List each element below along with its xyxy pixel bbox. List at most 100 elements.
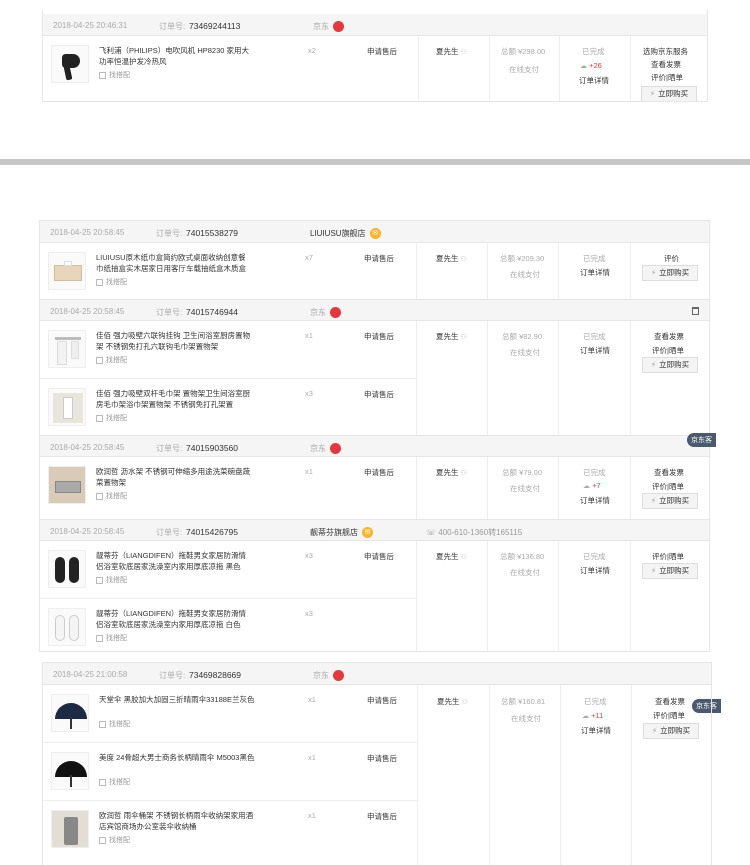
product-name[interactable]: 天堂伞 黑胶加大加固三折晴雨伞33188E兰灰色 (99, 694, 255, 716)
match-link[interactable]: 找搭配 (96, 633, 127, 643)
match-link[interactable]: 找搭配 (99, 70, 130, 80)
product-image[interactable] (48, 330, 86, 368)
aftersale-link[interactable]: 申请售后 (364, 551, 394, 562)
order-detail-link[interactable]: 订单详情 (579, 75, 609, 86)
recipient[interactable]: 夏先生 ⚇ (437, 696, 468, 707)
product-image[interactable] (48, 252, 86, 290)
order-number[interactable]: 73469828669 (189, 670, 241, 680)
match-link[interactable]: 找搭配 (96, 491, 127, 501)
match-link[interactable]: 找搭配 (96, 575, 127, 585)
aftersale-link[interactable]: 申请售后 (367, 695, 397, 706)
recipient[interactable]: 夏先生 ⚇ (436, 467, 467, 478)
buy-again-button[interactable]: ⚡ 立即购买 (642, 357, 698, 373)
likes[interactable]: ☁ +7 (583, 481, 601, 490)
order-number[interactable]: 74015538279 (186, 228, 238, 238)
action-review[interactable]: 评价 (664, 253, 679, 264)
order-datetime: 2018-04-25 20:46:31 (53, 21, 128, 30)
chat-icon[interactable]: ✉ (362, 527, 373, 539)
recipient[interactable]: 夏先生 ⚇ (436, 331, 467, 342)
buy-again-button[interactable]: ⚡ 立即购买 (642, 563, 698, 579)
shop-name[interactable]: 京东 ✉ (313, 21, 344, 33)
chat-icon[interactable]: ✉ (330, 443, 341, 455)
order-header: 2018-04-25 20:58:45 订单号: 74015538279 LIU… (40, 221, 709, 243)
order-detail-link[interactable]: 订单详情 (580, 565, 610, 576)
match-label: 找搭配 (106, 493, 127, 500)
recipient[interactable]: 夏先生 ⚇ (436, 551, 467, 562)
match-link[interactable]: 找搭配 (96, 277, 127, 287)
aftersale-link[interactable]: 申请售后 (364, 467, 394, 478)
action-review[interactable]: 评价|晒单 (652, 481, 684, 492)
product-image[interactable] (48, 550, 86, 588)
match-label: 找搭配 (109, 72, 130, 79)
match-link[interactable]: 找搭配 (96, 355, 127, 365)
shop-name[interactable]: 京东 ✉ (310, 307, 341, 319)
order-number[interactable]: 74015426795 (186, 527, 238, 537)
product-name[interactable]: 靓蒂芬（LIANGDIFEN）拖鞋男女家居防滑情侣浴室软底居家洗澡室内家用厚底凉… (96, 608, 252, 630)
order-detail-link[interactable]: 订单详情 (580, 267, 610, 278)
chat-icon[interactable]: ✉ (333, 21, 344, 33)
thumb-up-icon: ☁ (580, 63, 587, 70)
chat-icon[interactable]: ✉ (369, 228, 381, 240)
aftersale-link[interactable]: 申请售后 (364, 331, 394, 342)
product-name[interactable]: 美度 24骨超大男士商务长柄晴雨伞 M5003黑色 (99, 752, 255, 774)
match-link[interactable]: 找搭配 (99, 835, 130, 845)
product-name[interactable]: 佳佰 强力吸壁双杆毛巾架 置物架卫生间浴室厨房毛巾架浴巾架置物架 不锈钢免打孔架… (96, 388, 252, 410)
chat-icon[interactable]: ✉ (333, 670, 344, 682)
product-image[interactable] (48, 608, 86, 646)
match-link[interactable]: 找搭配 (96, 413, 127, 423)
product-name[interactable]: 欧润哲 沥水架 不锈钢可伸缩多用途洗菜碗盘蔬菜置物架 (96, 466, 252, 488)
product-name[interactable]: 靓蒂芬（LIANGDIFEN）拖鞋男女家居防滑情侣浴室软底居家洗澡室内家用厚底凉… (96, 550, 252, 572)
product-name[interactable]: LIUIUSU原木纸巾盒简约欧式桌面收纳创意餐巾纸抽盒实木居家日用客厅车载抽纸盒… (96, 252, 252, 274)
likes[interactable]: ☁ +26 (580, 61, 602, 70)
buy-again-button[interactable]: ⚡ 立即购买 (643, 723, 699, 739)
aftersale-link[interactable]: 申请售后 (367, 811, 397, 822)
shop-name[interactable]: 靓蒂芬旗舰店 ✉ (310, 527, 373, 539)
product-name[interactable]: 佳佰 强力吸壁六联钩挂钩 卫生间浴室厨房置物架 不锈钢免打孔六联钩毛巾架置物架 (96, 330, 252, 352)
aftersale-link[interactable]: 申请售后 (367, 753, 397, 764)
product-image[interactable] (48, 388, 86, 426)
shop-phone[interactable]: ☏ 400-610-1360转165115 (426, 527, 522, 538)
product-name[interactable]: 欧润哲 雨伞桶架 不锈钢长柄雨伞收纳架家用酒店宾馆商场办公室装伞收纳桶 (99, 810, 255, 832)
delete-icon[interactable] (692, 307, 699, 315)
action-invoice[interactable]: 查看发票 (655, 696, 685, 707)
aftersale-link[interactable]: 申请售后 (364, 389, 394, 400)
action-review[interactable]: 评价|晒单 (653, 710, 685, 721)
order-header: 2018-04-25 20:46:31 订单号: 73469244113 京东 ✉ (43, 14, 707, 36)
buy-again-button[interactable]: ⚡ 立即购买 (642, 265, 698, 281)
order-status: 已完成 (582, 47, 605, 56)
likes[interactable]: ☁ +11 (582, 711, 603, 720)
shop-name[interactable]: 京东 ✉ (310, 443, 341, 455)
match-link[interactable]: 找搭配 (99, 777, 130, 787)
jd-helper-badge[interactable]: 京东客 (687, 433, 716, 447)
buy-again-button[interactable]: ⚡ 立即购买 (642, 493, 698, 509)
shop-name[interactable]: 京东 ✉ (313, 670, 344, 682)
order-number[interactable]: 74015746944 (186, 307, 238, 317)
shop-name[interactable]: LIUIUSU旗舰店 ✉ (310, 228, 381, 240)
product-image[interactable] (48, 466, 86, 504)
order-number[interactable]: 74015903560 (186, 443, 238, 453)
chat-icon[interactable]: ✉ (330, 307, 341, 319)
product-image[interactable] (51, 45, 89, 83)
product-image[interactable] (51, 694, 89, 732)
action-service[interactable]: 选购京东服务 (643, 46, 688, 57)
order-detail-link[interactable]: 订单详情 (580, 345, 610, 356)
action-review[interactable]: 评价|晒单 (652, 345, 684, 356)
action-review[interactable]: 评价|晒单 (652, 551, 684, 562)
aftersale-link[interactable]: 申请售后 (364, 253, 394, 264)
person-icon: ⚇ (460, 334, 467, 341)
action-invoice[interactable]: 查看发票 (654, 467, 684, 478)
action-invoice[interactable]: 查看发票 (651, 59, 681, 70)
match-link[interactable]: 找搭配 (99, 719, 130, 729)
action-review[interactable]: 评价|晒单 (651, 72, 683, 83)
order-detail-link[interactable]: 订单详情 (580, 495, 610, 506)
recipient[interactable]: 夏先生 ⚇ (436, 253, 467, 264)
buy-again-button[interactable]: ⚡ 立即购买 (641, 86, 697, 101)
action-invoice[interactable]: 查看发票 (654, 331, 684, 342)
product-name[interactable]: 飞利浦（PHILIPS）电吹风机 HP8230 家用大功率恒温护发冷热风 (99, 45, 255, 67)
aftersale-link[interactable]: 申请售后 (367, 46, 397, 57)
order-detail-link[interactable]: 订单详情 (581, 725, 611, 736)
product-image[interactable] (51, 810, 89, 848)
product-image[interactable] (51, 752, 89, 790)
order-number[interactable]: 73469244113 (189, 21, 240, 31)
recipient[interactable]: 夏先生 ⚇ (436, 46, 467, 57)
